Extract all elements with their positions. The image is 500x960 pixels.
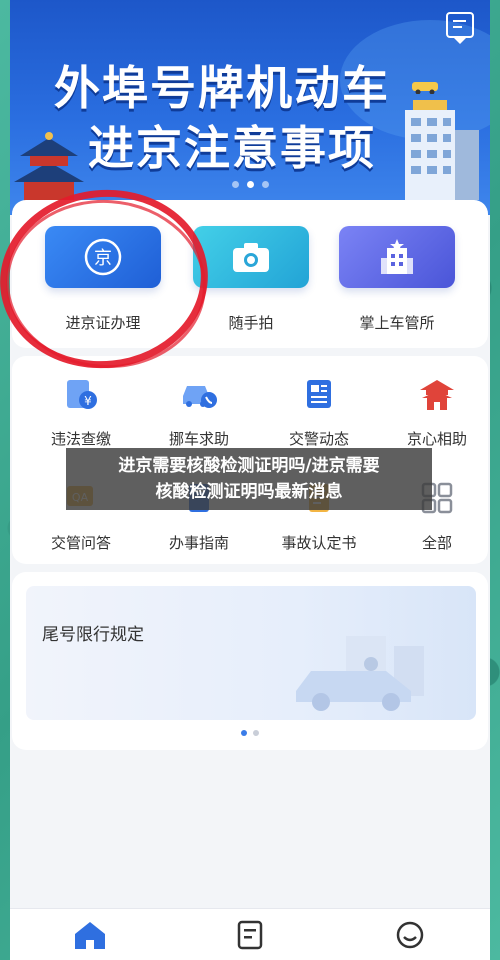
promo-dot[interactable] [253,730,259,736]
home-icon [75,922,105,949]
content-area [12,756,488,906]
promo-dot-active[interactable] [241,730,247,736]
svg-text:京: 京 [94,248,112,269]
message-icon[interactable] [446,12,474,44]
caption-line2: 核酸检测证明吗最新消息 [155,482,343,502]
smile-icon [396,921,424,949]
service-label: 进京证办理 [65,314,141,332]
jingzheng-tile[interactable]: 京 [45,226,161,288]
banner-pagination[interactable] [10,181,490,188]
tab-documents[interactable] [230,919,270,955]
camera-icon [233,243,269,272]
grid-label: 事故认定书 [281,534,357,552]
grid-item-move-car[interactable]: 挪车求助 [144,374,254,449]
promo-pagination[interactable] [12,730,488,736]
caption-overlay: 进京需要核酸检测证明吗/进京需要 核酸检测证明吗最新消息 [66,448,432,510]
grid-item-violation[interactable]: ¥ 违法查缴 [26,374,136,449]
service-label: 随手拍 [228,314,274,332]
office-building-icon [381,239,413,274]
caption-line1: 进京需要核酸检测证明吗/进京需要 [118,456,380,476]
service-jingzheng[interactable]: 京 进京证办理 [44,226,162,333]
banner-dot[interactable] [261,181,269,188]
tab-profile[interactable] [390,919,430,955]
photo-tile[interactable] [193,226,309,288]
grid-label: 违法查缴 [50,430,111,448]
svg-text:¥: ¥ [84,394,92,408]
grid-label: 挪车求助 [168,430,229,448]
bottom-tab-bar [10,908,490,960]
jing-seal-icon: 京 [84,238,122,276]
promo-title: 尾号限行规定 [42,625,144,645]
main-services-card: 京 进京证办理 随手拍 掌上车管所 [12,200,488,348]
car-illustration-icon [296,636,424,711]
promo-card: 尾号限行规定 [12,572,488,750]
service-photo[interactable]: 随手拍 [192,226,310,333]
banner-title-line1: 外埠号牌机动车 [54,61,390,115]
service-label: 掌上车管所 [359,314,435,332]
grid-label: 京心相助 [406,430,467,448]
plate-restriction-banner[interactable]: 尾号限行规定 [26,586,476,720]
banner-title-line2: 进京注意事项 [88,121,376,175]
car-phone-icon [183,386,217,408]
grid-item-police-news[interactable]: 交警动态 [264,374,374,449]
temple-icon [420,380,454,410]
document-icon [237,920,263,950]
dmv-tile[interactable] [339,226,455,288]
news-icon [307,380,331,408]
banner-carousel[interactable]: 外埠号牌机动车 进京注意事项 [10,0,490,215]
banner-dot-active[interactable] [246,181,254,188]
banner-dot[interactable] [231,181,239,188]
grid-label: 办事指南 [168,534,229,552]
grid-label: 交警动态 [288,430,349,448]
service-dmv[interactable]: 掌上车管所 [338,226,456,333]
grid-item-jingxin[interactable]: 京心相助 [382,374,490,449]
tab-home[interactable] [70,919,110,955]
grid-label: 全部 [421,534,452,552]
grid-label: 交管问答 [50,534,111,552]
yuan-document-icon: ¥ [67,380,97,409]
